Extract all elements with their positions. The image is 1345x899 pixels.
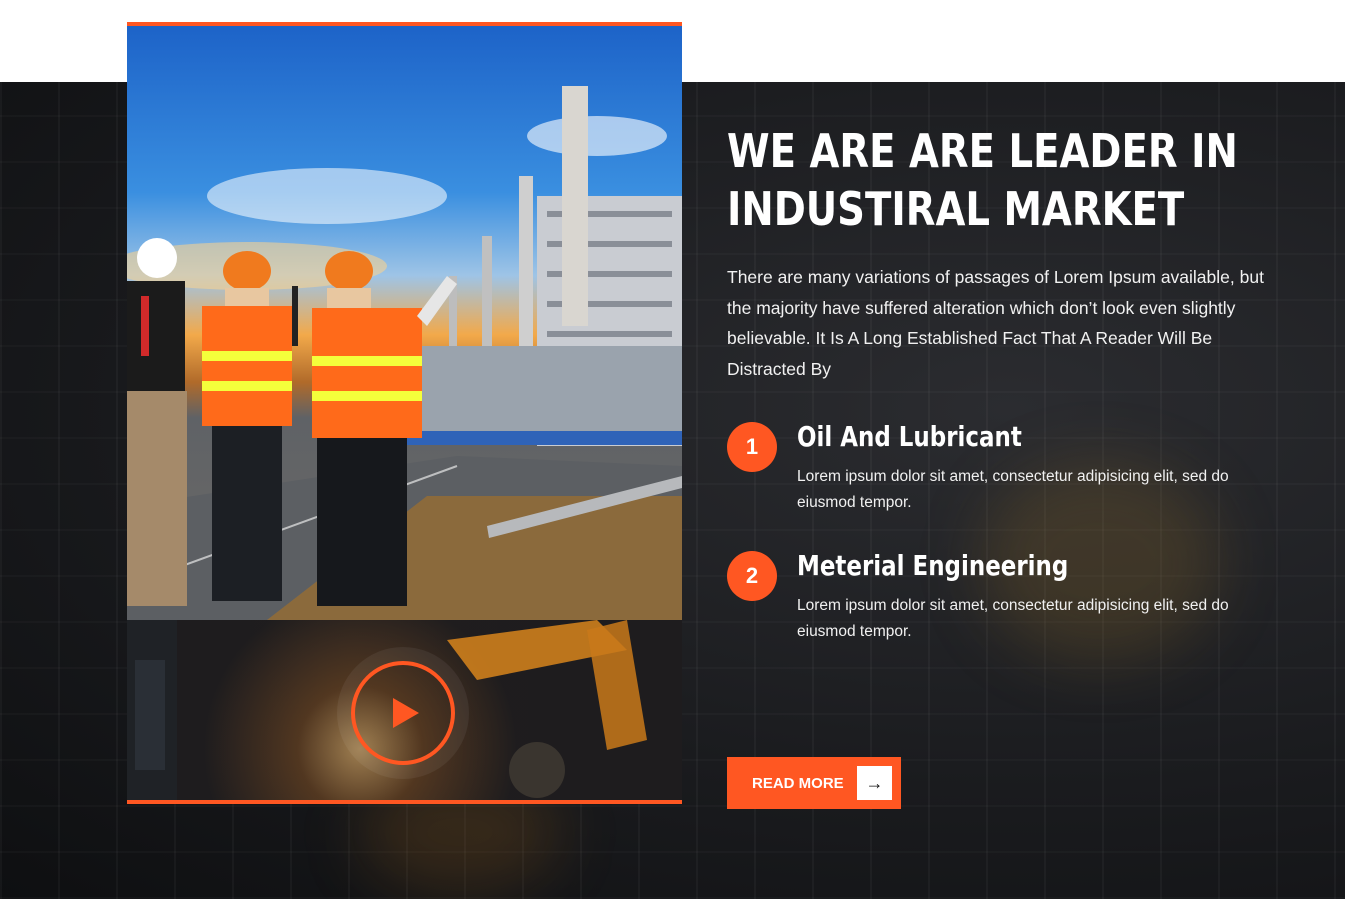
heading-line-2: INDUSTIRAL MARKET [727,182,1185,236]
play-icon [393,698,419,728]
feature-title: Oil And Lubricant [797,420,1022,453]
section-heading: WE ARE ARE LEADER IN INDUSTIRAL MARKET [727,122,1248,238]
about-media-card [127,22,682,804]
read-more-button[interactable]: READ MORE → [727,757,901,809]
read-more-label: READ MORE [752,774,844,792]
heading-line-1: WE ARE ARE LEADER IN [727,124,1238,178]
feature-number-badge: 2 [727,551,777,601]
intro-paragraph: There are many variations of passages of… [727,267,1264,379]
about-content: WE ARE ARE LEADER IN INDUSTIRAL MARKET T… [727,122,1287,809]
feature-title: Meterial Engineering [797,549,1069,582]
video-thumbnail [127,620,682,800]
feature-description: Lorem ipsum dolor sit amet, consectetur … [797,468,1229,511]
arrow-right-icon: → [857,766,892,800]
play-video-button[interactable] [351,661,455,765]
feature-number-badge: 1 [727,422,777,472]
feature-description: Lorem ipsum dolor sit amet, consectetur … [797,597,1229,640]
industrial-workers-image [127,26,682,620]
